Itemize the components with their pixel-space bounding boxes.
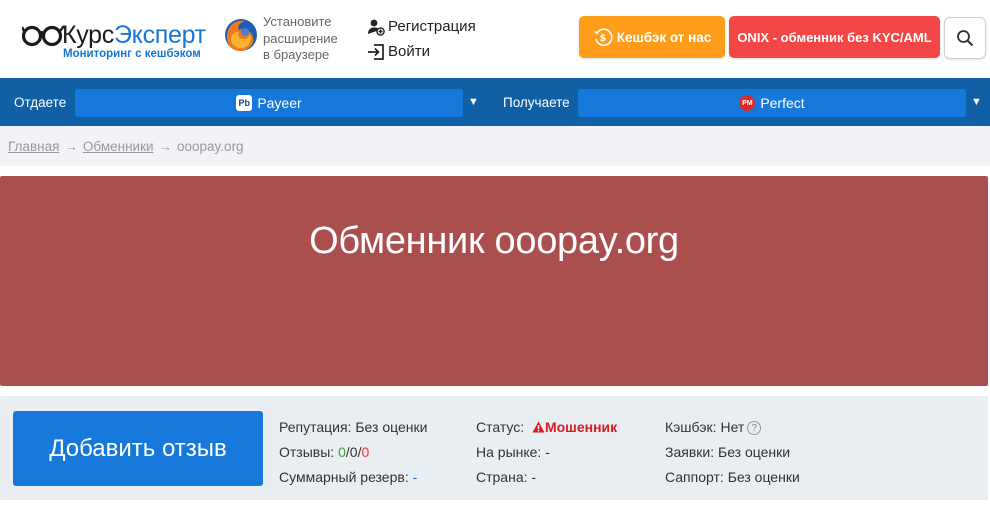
country-value: - [531,469,537,485]
logo-subtitle: Мониторинг с кешбэком [63,48,201,60]
cashback-row: Кэшбэк: Нет? [665,415,800,440]
info-column-2: Статус: Мошенник На рынке: - Страна: - [476,415,617,490]
register-link[interactable]: Регистрация [367,14,476,39]
onix-promo-button[interactable]: ONIX - обменник без KYC/AML [729,16,940,58]
market-value: - [545,444,550,460]
cashback-label: Кэшбэк: [665,419,717,435]
breadcrumb-separator: → [158,139,173,154]
logo-title-part1: Курс [62,21,114,49]
onix-button-label: ONIX - обменник без KYC/AML [737,29,932,45]
cashback-value: Нет [720,419,745,435]
market-row: На рынке: - [476,440,617,465]
requests-row: Заявки: Без оценки [665,440,800,465]
site-header: КурсЭксперт Мониторинг с кешбэком Устано… [0,0,990,78]
status-value: Мошенник [544,419,618,435]
market-label: На рынке: [476,444,542,460]
reserve-value: - [412,469,418,485]
support-value: Без оценки [727,469,800,485]
reviews-positive-count[interactable]: 0 [338,444,346,460]
logo-title-part2: Эксперт [114,21,206,49]
page-title: Обменник ooopay.org [309,220,679,262]
status-row: Статус: Мошенник [476,415,617,440]
get-currency-select[interactable]: PM Perfect [578,89,966,117]
info-column-1: Репутация: Без оценки Отзывы: 0/0/0 Сумм… [279,415,427,490]
reserve-row: Суммарный резерв: - [279,465,427,490]
site-logo[interactable]: КурсЭксперт Мониторинг с кешбэком [22,17,206,65]
get-currency-value: Perfect [760,95,805,111]
requests-label: Заявки: [665,444,715,460]
requests-value: Без оценки [718,444,791,460]
cashback-button-label: Кешбэк от нас [616,29,712,45]
breadcrumb: Главная → Обменники → ooopay.org [0,126,990,166]
perfect-money-icon: PM [739,95,756,111]
login-link[interactable]: Войти [367,39,476,64]
login-icon [368,43,384,60]
extension-line-3: в браузере [263,47,330,62]
reviews-label: Отзывы: [279,444,335,460]
logo-title: КурсЭксперт [62,21,206,50]
status-badge: Мошенник [532,419,617,435]
extension-line-2: расширение [263,30,338,46]
reserve-label: Суммарный резерв: [279,469,409,485]
info-column-3: Кэшбэк: Нет? Заявки: Без оценки Саппорт:… [665,415,800,490]
warning-icon [532,421,545,433]
give-label: Отдаете [14,95,67,110]
auth-links: Регистрация Войти [367,14,476,64]
breadcrumb-separator: → [64,139,78,154]
glasses-logo-icon [22,25,65,47]
breadcrumb-current: ooopay.org [177,139,244,154]
extension-text: Установите расширение в браузере [263,14,358,64]
reputation-value: Без оценки [355,419,428,435]
reviews-row: Отзывы: 0/0/0 [279,444,370,460]
country-row: Страна: - [476,465,617,490]
reputation-row: Репутация: Без оценки [279,415,427,440]
register-label: Регистрация [388,18,476,35]
exchange-direction-bar: Отдаете Pb Payeer ▼ Получаете PM Perfect… [0,78,990,126]
cashback-button[interactable]: $ Кешбэк от нас [579,16,725,58]
login-label: Войти [388,43,430,60]
add-review-button[interactable]: Добавить отзыв [13,411,263,486]
breadcrumb-exchangers-link[interactable]: Обменники [83,139,154,154]
give-dropdown-arrow-icon[interactable]: ▼ [468,96,479,108]
reviews-neutral-count[interactable]: 0 [350,444,358,460]
reputation-label: Репутация: [279,419,352,435]
svg-text:$: $ [599,33,606,44]
user-add-icon [368,19,385,36]
exchanger-info-panel: Добавить отзыв Репутация: Без оценки Отз… [0,396,988,500]
browser-extension-promo[interactable]: Установите расширение в браузере [223,14,353,64]
give-currency-value: Payeer [257,95,302,111]
status-label: Статус: [476,419,525,435]
breadcrumb-home-link[interactable]: Главная [8,139,59,154]
search-button[interactable] [944,17,986,59]
get-dropdown-arrow-icon[interactable]: ▼ [971,96,982,108]
payeer-icon: Pb [236,95,253,111]
exchanger-hero-banner: Обменник ooopay.org [0,176,988,386]
support-label: Саппорт: [665,469,724,485]
support-row: Саппорт: Без оценки [665,465,800,490]
help-icon[interactable]: ? [747,421,762,436]
country-label: Страна: [476,469,528,485]
firefox-icon [225,19,257,51]
reviews-negative-count[interactable]: 0 [361,444,369,460]
give-currency-select[interactable]: Pb Payeer [75,89,463,117]
get-label: Получаете [503,95,570,110]
cashback-coin-icon: $ [593,28,613,46]
extension-line-1: Установите [263,14,332,29]
search-icon [957,30,974,47]
